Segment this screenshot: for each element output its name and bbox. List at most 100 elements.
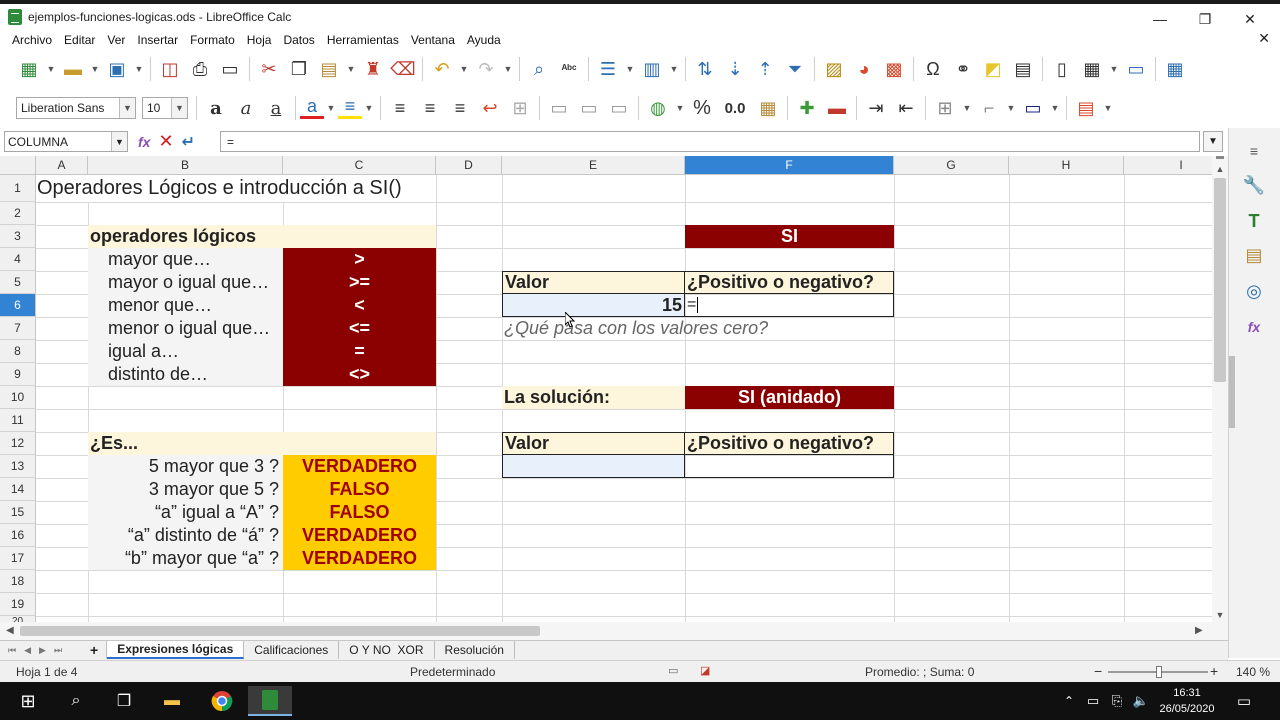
paste-icon[interactable]: ▤ — [314, 55, 344, 83]
scroll-left-icon[interactable]: ◀ — [6, 625, 14, 636]
redo-dropdown-icon[interactable]: ▼ — [501, 55, 515, 83]
row-header-16[interactable]: 16 — [0, 524, 36, 547]
row-header-8[interactable]: 8 — [0, 340, 36, 363]
col-header-c[interactable]: C — [283, 156, 436, 175]
chrome-icon[interactable] — [200, 686, 244, 716]
row-header-5[interactable]: 5 — [0, 271, 36, 294]
borders-icon[interactable]: ⊞ — [930, 94, 960, 122]
cell-f3-si[interactable]: SI — [685, 225, 894, 248]
new-dropdown-icon[interactable]: ▼ — [44, 55, 58, 83]
print-preview-icon[interactable]: ▭ — [215, 55, 245, 83]
freeze-rows-icon[interactable]: ▦ — [1077, 55, 1107, 83]
row-icon[interactable]: ☰ — [593, 55, 623, 83]
file-explorer-icon[interactable]: ▬ — [150, 686, 194, 716]
name-box[interactable]: COLUMNA ▼ — [4, 131, 128, 152]
expand-formula-icon[interactable]: ▼ — [1203, 131, 1223, 152]
highlight-dropdown-icon[interactable]: ▼ — [362, 94, 376, 122]
vertical-scrollbar[interactable]: ▲ ▼ — [1212, 156, 1228, 622]
font-color-icon[interactable]: a — [300, 96, 324, 119]
vertical-scroll-thumb[interactable] — [1214, 178, 1226, 382]
styles-icon[interactable]: T — [1241, 208, 1267, 234]
page-style[interactable]: Predeterminado — [410, 665, 495, 679]
underline-icon[interactable]: a — [261, 94, 291, 122]
decrease-indent-icon[interactable]: ⇤ — [891, 94, 921, 122]
header-footer-icon[interactable]: ▤ — [1008, 55, 1038, 83]
column-dropdown-icon[interactable]: ▼ — [667, 55, 681, 83]
conditional-dropdown-icon[interactable]: ▼ — [1101, 94, 1115, 122]
selection-mode-icon[interactable]: ▭ — [668, 664, 678, 677]
cell-op-symbol[interactable]: > — [283, 248, 436, 271]
currency-format-icon[interactable]: ◍ — [643, 94, 673, 122]
row-header-12[interactable]: 12 — [0, 432, 36, 455]
navigator-icon[interactable]: ◎ — [1241, 278, 1267, 304]
libreoffice-calc-taskbar-icon[interactable] — [248, 686, 292, 716]
col-header-e[interactable]: E — [502, 156, 685, 175]
tab-expresiones-logicas[interactable]: Expresiones lógicas — [107, 641, 245, 659]
cut-icon[interactable]: ✂ — [254, 55, 284, 83]
font-name-box[interactable]: Liberation Sans ▼ — [16, 97, 136, 119]
accept-formula-icon[interactable]: ↵ — [182, 132, 195, 152]
scroll-right-icon[interactable]: ▶ — [1195, 625, 1203, 636]
row-header-15[interactable]: 15 — [0, 501, 36, 524]
zoom-out-icon[interactable]: − — [1094, 663, 1102, 679]
copy-icon[interactable]: ❐ — [284, 55, 314, 83]
zoom-level[interactable]: 140 % — [1236, 665, 1270, 679]
row-header-13[interactable]: 13 — [0, 455, 36, 478]
col-header-b[interactable]: B — [88, 156, 283, 175]
cell-op-label[interactable]: mayor o igual que… — [88, 271, 283, 294]
cell-answer[interactable]: VERDADERO — [283, 547, 436, 570]
menu-datos[interactable]: Datos — [283, 33, 314, 47]
menu-ayuda[interactable]: Ayuda — [467, 33, 501, 47]
minimize-button[interactable]: — — [1140, 8, 1180, 30]
insert-chart-icon[interactable]: ◕ — [849, 55, 879, 83]
cell-f5-pos-neg[interactable]: ¿Positivo o negativo? — [685, 271, 894, 294]
sidebar-collapse-handle[interactable] — [1229, 356, 1235, 428]
conditional-format-icon[interactable]: ▤ — [1071, 94, 1101, 122]
row-header-11[interactable]: 11 — [0, 409, 36, 432]
menu-ver[interactable]: Ver — [107, 33, 125, 47]
function-wizard-icon[interactable]: fx — [138, 134, 150, 150]
col-header-a[interactable]: A — [36, 156, 88, 175]
cancel-formula-icon[interactable]: ✕ — [158, 131, 173, 152]
save-dropdown-icon[interactable]: ▼ — [132, 55, 146, 83]
border-style-icon[interactable]: ⌐ — [974, 94, 1004, 122]
menu-formato[interactable]: Formato — [190, 33, 235, 47]
split-window-icon[interactable]: ▭ — [1121, 55, 1151, 83]
zoom-slider-handle[interactable] — [1156, 666, 1162, 678]
open-dropdown-icon[interactable]: ▼ — [88, 55, 102, 83]
menu-ventana[interactable]: Ventana — [411, 33, 455, 47]
scroll-down-icon[interactable]: ▼ — [1212, 610, 1228, 622]
border-color-icon[interactable]: ▭ — [1018, 94, 1048, 122]
cell-op-symbol[interactable]: = — [283, 340, 436, 363]
cell-e12-valor[interactable]: Valor — [502, 432, 685, 455]
freeze-dropdown-icon[interactable]: ▼ — [1107, 55, 1121, 83]
cell-op-label[interactable]: menor o igual que… — [88, 317, 283, 340]
align-center-icon[interactable]: ≡ — [415, 94, 445, 122]
first-sheet-icon[interactable]: ⏮ — [8, 645, 16, 656]
notifications-icon[interactable]: ▭ — [1226, 686, 1262, 716]
functions-icon[interactable]: fx — [1241, 314, 1267, 340]
row-header-1[interactable]: 1 — [0, 175, 36, 202]
comment-icon[interactable]: ◩ — [978, 55, 1008, 83]
cell-answer[interactable]: VERDADERO — [283, 455, 436, 478]
col-header-f[interactable]: F — [685, 156, 894, 175]
cell-e10-solucion[interactable]: La solución: — [502, 386, 685, 409]
spelling-icon[interactable]: ᴬᵇᶜ — [554, 55, 584, 83]
cell-op-label[interactable]: mayor que… — [88, 248, 283, 271]
export-pdf-icon[interactable]: ◫ — [155, 55, 185, 83]
column-icon[interactable]: ▥ — [637, 55, 667, 83]
split-handle[interactable] — [1216, 156, 1224, 159]
redo-icon[interactable]: ↷ — [471, 55, 501, 83]
tab-resolucion[interactable]: Resolución — [434, 641, 515, 659]
clock[interactable]: 16:31 26/05/2020 — [1156, 685, 1218, 717]
add-sheet-button[interactable]: + — [82, 641, 108, 659]
zoom-in-icon[interactable]: + — [1210, 663, 1218, 679]
cell-e13-empty[interactable] — [502, 455, 685, 478]
font-size-dropdown-icon[interactable]: ▼ — [171, 98, 187, 118]
add-decimal-icon[interactable]: ✚ — [792, 94, 822, 122]
row-header-2[interactable]: 2 — [0, 202, 36, 225]
date-format-icon[interactable]: ▦ — [753, 94, 783, 122]
show-draw-functions-icon[interactable]: ▦ — [1160, 55, 1190, 83]
cell-answer[interactable]: FALSO — [283, 478, 436, 501]
row-header-3[interactable]: 3 — [0, 225, 36, 248]
